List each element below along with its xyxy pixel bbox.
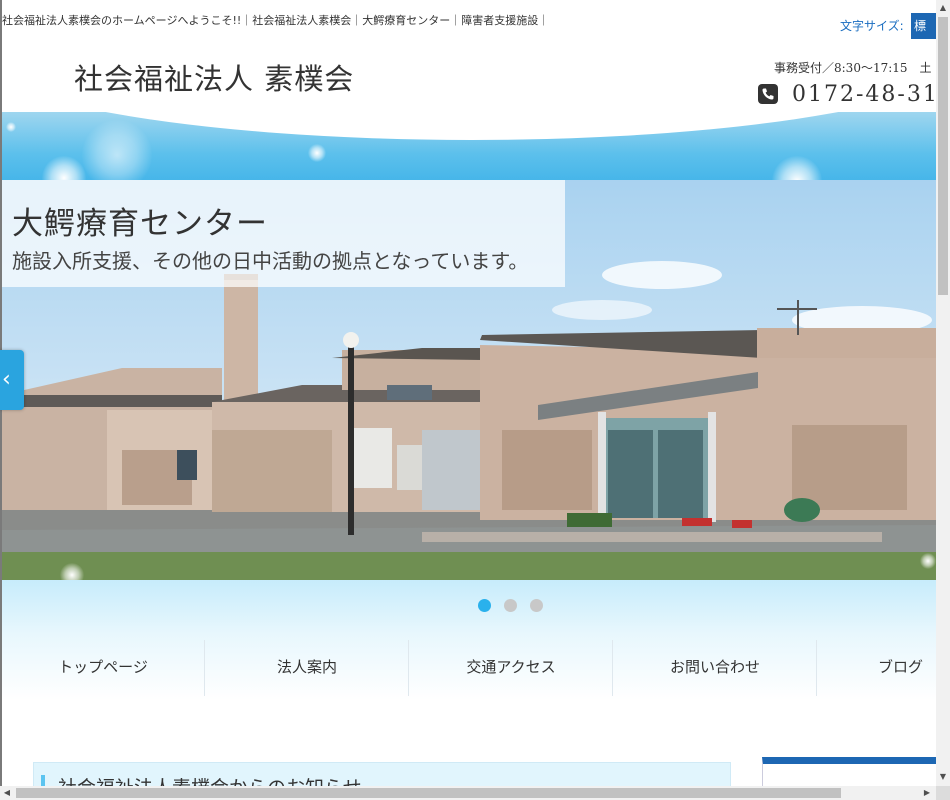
office-hours: 事務受付／8:30〜17:15 土・日	[774, 61, 950, 75]
nav-item-access[interactable]: 交通アクセス	[410, 640, 613, 696]
decor-bubble	[308, 144, 326, 162]
decor-bubble	[60, 563, 84, 580]
global-nav: トップページ 法人案内 交通アクセス お問い合わせ ブログ	[2, 640, 936, 696]
scroll-down-icon[interactable]: ▼	[936, 770, 950, 784]
site-tagline: 社会福祉法人素樸会のホームページへようこそ!!｜社会福祉法人素樸会｜大鰐療育セン…	[2, 14, 550, 27]
font-size-label: 文字サイズ:	[840, 19, 904, 33]
phone-number: 0172-48-313	[792, 82, 950, 107]
decor-bubble	[772, 156, 822, 182]
scroll-left-icon[interactable]: ◀	[0, 786, 14, 800]
font-size-standard-button[interactable]: 標準	[911, 13, 937, 39]
scroll-up-icon[interactable]: ▲	[936, 1, 950, 15]
decor-bubble	[920, 553, 936, 569]
slider-prev-button[interactable]: ‹	[0, 350, 24, 410]
vertical-scrollbar[interactable]: ▲ ▼	[936, 0, 950, 786]
hero-title: 大鰐療育センター	[12, 206, 268, 242]
slider-dot-2[interactable]	[504, 599, 517, 612]
nav-item-about[interactable]: 法人案内	[206, 640, 409, 696]
site-logo[interactable]: 社会福祉法人 素樸会	[74, 56, 354, 98]
hero-slider[interactable]: 大鰐療育センター 施設入所支援、その他の日中活動の拠点となっています。	[2, 180, 936, 580]
nav-item-contact[interactable]: お問い合わせ	[614, 640, 817, 696]
decor-bubble	[42, 156, 86, 182]
chevron-left-icon: ‹	[2, 367, 11, 392]
vertical-scroll-thumb[interactable]	[938, 17, 948, 295]
slider-dot-1[interactable]	[478, 599, 491, 612]
nav-item-blog[interactable]: ブログ	[818, 640, 936, 696]
scroll-right-icon[interactable]: ▶	[920, 786, 934, 800]
decor-bubble	[82, 120, 152, 182]
decor-bubble	[6, 122, 16, 132]
horizontal-scroll-thumb[interactable]	[16, 788, 841, 798]
slider-dot-3[interactable]	[530, 599, 543, 612]
nav-item-top[interactable]: トップページ	[2, 640, 205, 696]
horizontal-scrollbar[interactable]: ◀ ▶	[0, 786, 936, 800]
header-sky-banner	[2, 112, 936, 182]
phone-icon	[758, 84, 778, 104]
scrollbar-corner	[936, 786, 950, 800]
hero-caption: 大鰐療育センター 施設入所支援、その他の日中活動の拠点となっています。	[2, 180, 565, 287]
hero-subtitle: 施設入所支援、その他の日中活動の拠点となっています。	[12, 249, 529, 273]
sidebar-widget	[762, 757, 936, 787]
